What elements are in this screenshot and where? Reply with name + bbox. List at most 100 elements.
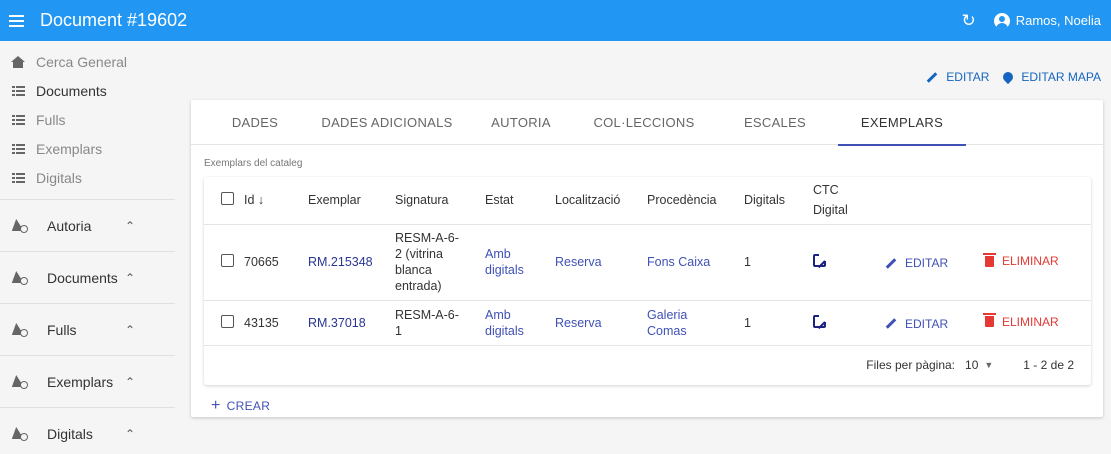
tools-icon [11,270,28,285]
sidebar-group-label: Autoria [47,217,92,234]
list-icon [11,142,25,156]
sidebar-group-label: Exemplars [47,373,114,390]
table-pagination: Files per pàgina: 10 ▼ 1 - 2 de 2 [866,345,1074,385]
tab-escales[interactable]: ESCALES [712,100,838,145]
tools-icon [11,374,28,389]
chevron-up-icon[interactable]: ⌃ [125,219,135,233]
estat-link[interactable]: Amb digitals [485,308,524,338]
chevron-up-icon[interactable]: ⌃ [125,427,135,441]
sidebar: Cerca General Documents Fulls Exemplars … [0,41,175,454]
document-card: DADES DADES ADICIONALS AUTORIA COL·LECCI… [191,100,1103,417]
table-header-row: Id ↓ Exemplar Signatura Estat Localitzac… [204,177,1091,225]
rows-per-page-select[interactable]: 10 ▼ [965,358,993,372]
localitzacio-link[interactable]: Reserva [555,316,602,330]
sidebar-item-exemplars[interactable]: Exemplars [0,134,175,163]
open-external-icon[interactable] [813,314,826,328]
trash-icon [983,313,996,328]
col-ctc-digital[interactable]: CTC Digital [813,177,885,225]
edit-button[interactable]: EDITAR [926,70,989,84]
sidebar-item-label: Documents [36,82,107,99]
caret-down-icon: ▼ [984,360,994,370]
col-localitzacio[interactable]: Localització [555,177,647,225]
tools-icon [11,218,28,233]
sidebar-group-exemplars[interactable]: Exemplars ⌃ [0,355,175,407]
procedencia-link[interactable]: Galeria Comas [647,308,687,338]
home-icon [11,55,25,69]
col-digitals[interactable]: Digitals [744,177,813,225]
tab-autoria[interactable]: AUTORIA [466,100,576,145]
estat-link[interactable]: Amb digitals [485,247,524,277]
list-icon [11,171,25,185]
col-signatura[interactable]: Signatura [395,177,485,225]
arrow-down-icon: ↓ [257,193,265,208]
sidebar-group-label: Fulls [47,321,77,338]
exemplar-link[interactable]: RM.37018 [308,316,366,330]
sidebar-group-label: Digitals [47,425,93,442]
tab-colleccions[interactable]: COL·LECCIONS [576,100,712,145]
row-delete-button[interactable]: ELIMINAR [983,313,1059,329]
chevron-up-icon[interactable]: ⌃ [125,375,135,389]
sidebar-item-documents[interactable]: Documents [0,76,175,105]
sidebar-group-fulls[interactable]: Fulls ⌃ [0,303,175,355]
tools-icon [11,426,28,441]
sidebar-item-label: Exemplars [36,140,103,157]
tools-icon [11,322,28,337]
cell-id: 70665 [244,224,308,301]
tabs: DADES DADES ADICIONALS AUTORIA COL·LECCI… [191,100,1103,146]
tab-dades[interactable]: DADES [202,100,308,145]
pencil-icon [885,318,897,330]
map-pin-icon [1001,69,1016,85]
refresh-icon[interactable]: ↻ [961,11,975,31]
select-all-checkbox[interactable] [221,192,234,206]
trash-icon [983,252,996,267]
menu-icon[interactable] [9,14,31,27]
sidebar-group-documents[interactable]: Documents ⌃ [0,251,175,303]
pagination-range: 1 - 2 de 2 [1023,358,1074,372]
exemplars-table: Id ↓ Exemplar Signatura Estat Localitzac… [204,177,1091,346]
table-row: 70665 RM.215348 RESM-A-6- 2 (vitrina bla… [204,224,1091,301]
list-icon [11,113,25,127]
create-button[interactable]: + CREAR [211,397,270,415]
sidebar-group-label: Documents [47,269,118,286]
sidebar-item-digitals[interactable]: Digitals [0,163,175,192]
user-name[interactable]: Ramos, Noelia [1016,13,1101,28]
edit-map-label: EDITAR MAPA [1021,70,1101,84]
pencil-icon [926,71,938,83]
sidebar-group-digitals[interactable]: Digitals ⌃ [0,407,175,454]
sidebar-item-fulls[interactable]: Fulls [0,105,175,134]
row-checkbox[interactable] [221,254,234,267]
exemplars-table-container: Id ↓ Exemplar Signatura Estat Localitzac… [204,177,1091,385]
procedencia-link[interactable]: Fons Caixa [647,255,710,269]
cell-digitals: 1 [744,300,813,346]
chevron-up-icon[interactable]: ⌃ [125,271,135,285]
sidebar-item-label: Fulls [36,111,66,128]
row-edit-button[interactable]: EDITAR [885,256,948,270]
edit-map-button[interactable]: EDITAR MAPA [1001,69,1101,85]
localitzacio-link[interactable]: Reserva [555,255,602,269]
sidebar-group-autoria[interactable]: Autoria ⌃ [0,199,175,251]
tab-dades-adicionals[interactable]: DADES ADICIONALS [308,100,466,145]
row-edit-button[interactable]: EDITAR [885,317,948,331]
cell-id: 43135 [244,300,308,346]
tab-exemplars[interactable]: EXEMPLARS [838,100,966,146]
document-actions: EDITAR EDITAR MAPA [912,69,1101,85]
row-checkbox[interactable] [221,314,234,328]
row-delete-button[interactable]: ELIMINAR [983,252,1059,268]
sidebar-item-cerca-general[interactable]: Cerca General [0,47,175,76]
cell-signatura: RESM-A-6- 1 [395,300,485,346]
chevron-up-icon[interactable]: ⌃ [125,323,135,337]
page-title: Document #19602 [40,10,188,30]
account-icon[interactable] [993,12,1010,29]
section-subtitle: Exemplars del cataleg [204,158,303,169]
col-procedencia[interactable]: Procedència [647,177,744,225]
list-icon [11,84,25,98]
app-bar: Document #19602 ↻ Ramos, Noelia [0,0,1111,41]
exemplar-link[interactable]: RM.215348 [308,255,373,269]
col-estat[interactable]: Estat [485,177,555,225]
edit-label: EDITAR [946,70,990,84]
col-id[interactable]: Id ↓ [244,177,308,225]
open-external-icon[interactable] [813,254,826,267]
plus-icon: + [211,397,221,414]
pencil-icon [885,257,897,269]
col-exemplar[interactable]: Exemplar [308,177,395,225]
